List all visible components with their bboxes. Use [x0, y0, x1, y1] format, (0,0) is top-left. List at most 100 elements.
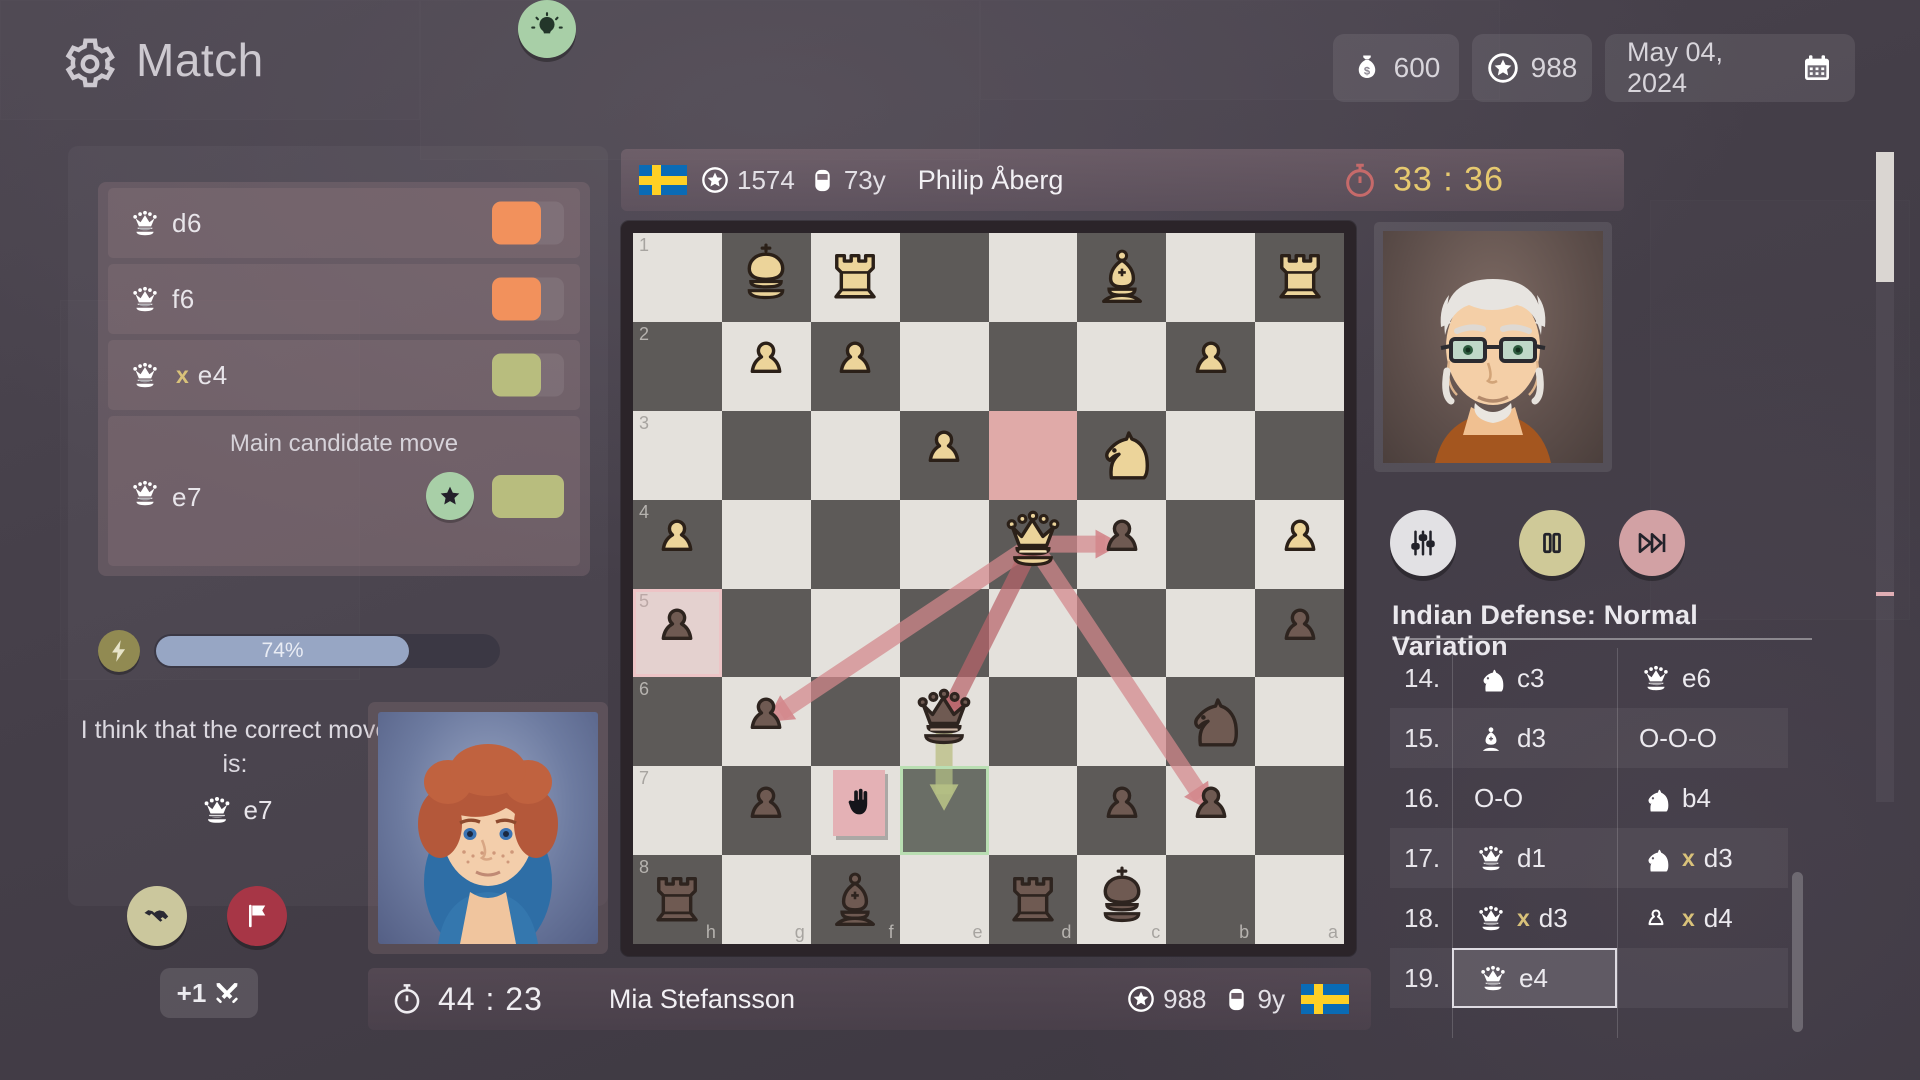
stars-chip[interactable]: 988 [1472, 34, 1592, 102]
board-square[interactable] [1255, 321, 1344, 411]
move-row[interactable]: 16. O-O b4 [1390, 768, 1788, 828]
white-rook-piece[interactable] [1255, 233, 1344, 322]
board-square[interactable] [1255, 677, 1344, 767]
candidate-move-row[interactable]: d6 [108, 188, 580, 258]
black-rook-piece[interactable] [989, 855, 1078, 944]
fast-forward-button[interactable] [1619, 510, 1685, 576]
gear-icon[interactable] [62, 36, 118, 92]
white-pawn-piece[interactable] [900, 411, 989, 500]
board-square[interactable] [988, 588, 1078, 678]
board-square[interactable] [988, 233, 1078, 322]
move-row[interactable]: 14. c3 e6 [1390, 648, 1788, 708]
white-move[interactable]: d1 [1452, 828, 1617, 888]
black-pawn-piece[interactable] [1166, 766, 1255, 855]
black-move[interactable] [1617, 948, 1782, 1008]
white-king-piece[interactable] [722, 233, 811, 322]
board-square[interactable]: 1 [633, 233, 722, 322]
star-icon [440, 486, 460, 505]
move-row[interactable]: 17. d1 x d3 [1390, 828, 1788, 888]
black-bishop-piece[interactable] [811, 855, 900, 944]
main-candidate-panel[interactable]: Main candidate move e7 [108, 416, 580, 566]
pause-button[interactable] [1519, 510, 1585, 576]
black-knight-piece[interactable] [1166, 677, 1255, 766]
board-square[interactable] [1166, 233, 1256, 322]
white-knight-piece[interactable] [1077, 411, 1166, 500]
move-row[interactable]: 19. e4 [1390, 948, 1788, 1008]
board-square[interactable]: g [721, 855, 811, 944]
board-square[interactable] [721, 499, 811, 589]
hint-button[interactable] [518, 0, 576, 58]
board-square[interactable] [1166, 499, 1256, 589]
favorite-star-button[interactable] [426, 472, 474, 520]
black-move[interactable]: e6 [1617, 648, 1782, 708]
date-chip[interactable]: May 04, 2024 [1605, 34, 1855, 102]
white-pawn-piece[interactable] [633, 500, 722, 589]
board-square[interactable]: 2 [633, 321, 722, 411]
black-queen-piece[interactable] [900, 677, 989, 766]
settings-sliders-button[interactable] [1390, 510, 1456, 576]
board-square[interactable]: 7 [633, 766, 722, 856]
board-square[interactable] [1255, 766, 1344, 856]
board-square[interactable] [1077, 588, 1167, 678]
white-move[interactable]: d3 [1452, 708, 1617, 768]
black-move[interactable]: x d3 [1617, 828, 1782, 888]
top-player-bar: 1574 73y Philip Åberg 33 : 36 [621, 149, 1624, 211]
white-pawn-piece[interactable] [1166, 322, 1255, 411]
offer-draw-button[interactable] [127, 886, 187, 946]
move-history-list[interactable]: 14. c3 e6 15. d3 O-O-O 16. O-O b4 17. d1 x d3 18. [1390, 648, 1788, 1038]
board-square[interactable] [810, 677, 900, 767]
board-square[interactable] [899, 233, 989, 322]
board-square[interactable]: e [899, 855, 989, 944]
white-pawn-piece[interactable] [722, 322, 811, 411]
resign-button[interactable] [227, 886, 287, 946]
board-square[interactable]: 3 [633, 410, 722, 500]
chess-board[interactable]: 12345678hgfedcba [633, 233, 1344, 944]
board-square[interactable] [1166, 410, 1256, 500]
board-square[interactable] [1166, 588, 1256, 678]
page-scrollbar-thumb[interactable] [1876, 152, 1894, 282]
move-list-scrollbar[interactable] [1792, 872, 1803, 1032]
board-square[interactable]: 6 [633, 677, 722, 767]
black-pawn-piece[interactable] [633, 589, 722, 678]
board-square[interactable] [899, 499, 989, 589]
black-king-piece[interactable] [1077, 855, 1166, 944]
move-row[interactable]: 15. d3 O-O-O [1390, 708, 1788, 768]
board-square[interactable] [721, 588, 811, 678]
white-bishop-piece[interactable] [1077, 233, 1166, 322]
board-square[interactable] [988, 766, 1078, 856]
white-move[interactable]: x d3 [1452, 888, 1617, 948]
black-pawn-piece[interactable] [1077, 766, 1166, 855]
board-square[interactable] [899, 321, 989, 411]
board-square[interactable] [721, 410, 811, 500]
candidate-move-row[interactable]: x e4 [108, 340, 580, 410]
white-move[interactable]: e4 [1452, 948, 1617, 1008]
white-queen-piece[interactable] [989, 500, 1078, 589]
white-pawn-piece[interactable] [811, 322, 900, 411]
black-pawn-piece[interactable] [722, 766, 811, 855]
white-move[interactable]: c3 [1452, 648, 1617, 708]
black-move[interactable]: O-O-O [1617, 708, 1782, 768]
black-move[interactable]: b4 [1617, 768, 1782, 828]
board-square[interactable] [988, 677, 1078, 767]
board-square[interactable] [810, 499, 900, 589]
board-square[interactable]: a [1255, 855, 1344, 944]
candidate-move-row[interactable]: f6 [108, 264, 580, 334]
white-move[interactable]: O-O [1452, 768, 1617, 828]
board-square[interactable] [1255, 410, 1344, 500]
white-pawn-piece[interactable] [1255, 500, 1344, 589]
board-square[interactable] [810, 410, 900, 500]
board-square[interactable] [1077, 677, 1167, 767]
black-pawn-piece[interactable] [722, 677, 811, 766]
board-square[interactable] [899, 588, 989, 678]
board-square[interactable] [988, 321, 1078, 411]
board-square[interactable]: b [1166, 855, 1256, 944]
coins-chip[interactable]: $ 600 [1333, 34, 1459, 102]
black-rook-piece[interactable] [633, 855, 722, 944]
black-pawn-piece[interactable] [1255, 589, 1344, 678]
black-move[interactable]: x d4 [1617, 888, 1782, 948]
board-square[interactable] [810, 588, 900, 678]
board-square[interactable] [1077, 321, 1167, 411]
white-rook-piece[interactable] [811, 233, 900, 322]
move-row[interactable]: 18. x d3 x d4 [1390, 888, 1788, 948]
black-pawn-piece[interactable] [1077, 500, 1166, 589]
